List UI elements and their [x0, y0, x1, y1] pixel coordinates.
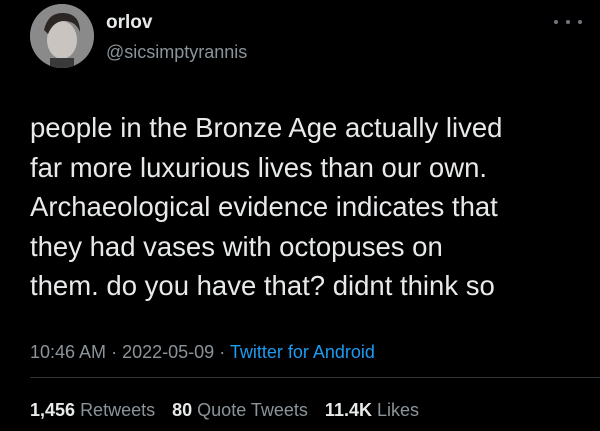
meta-separator: ·	[111, 342, 118, 362]
more-dot	[578, 20, 582, 24]
likes-label: Likes	[376, 400, 420, 420]
tweet-time[interactable]: 10:46 AM	[30, 342, 106, 362]
tweet-text-line: far more luxurious lives than our own.	[30, 151, 488, 183]
quotes-count: 80	[172, 400, 193, 420]
likes-count: 11.4K	[324, 400, 372, 420]
tweet-date[interactable]: 2022-05-09	[122, 342, 214, 362]
tweet-stats: 1,456 Retweets 80 Quote Tweets 11.4K Lik…	[30, 400, 431, 421]
tweet-meta: 10:46 AM · 2022-05-09 · Twitter for Andr…	[30, 342, 375, 363]
more-dot	[554, 20, 558, 24]
tweet-text-line: they had vases with octopuses on	[30, 230, 443, 262]
retweets-count: 1,456	[30, 400, 76, 420]
avatar[interactable]	[30, 4, 94, 68]
more-dot	[566, 20, 570, 24]
more-horizontal-icon[interactable]	[554, 15, 582, 29]
quote-tweets-stat[interactable]: 80 Quote Tweets	[172, 400, 308, 421]
quotes-label: Quote Tweets	[197, 400, 308, 420]
avatar-image	[30, 4, 94, 68]
likes-stat[interactable]: 11.4K Likes	[325, 400, 419, 421]
tweet-text-line: Archaeological evidence indicates that	[30, 191, 498, 222]
meta-separator: ·	[219, 342, 226, 362]
divider	[30, 377, 600, 378]
tweet-text-line: people in the Bronze Age actually lived	[30, 112, 503, 143]
tweet-text-line: them. do you have that? didnt think so	[30, 270, 495, 301]
tweet-source-link[interactable]: Twitter for Android	[230, 342, 375, 362]
author-name[interactable]: orlov	[106, 12, 152, 34]
retweets-stat[interactable]: 1,456 Retweets	[30, 400, 155, 421]
retweets-label: Retweets	[80, 400, 156, 420]
tweet-text: people in the Bronze Age actually lived …	[30, 108, 585, 306]
tweet-card: orlov @sicsimptyrannis people in the Bro…	[0, 0, 600, 431]
author-handle[interactable]: @sicsimptyrannis	[106, 42, 247, 63]
